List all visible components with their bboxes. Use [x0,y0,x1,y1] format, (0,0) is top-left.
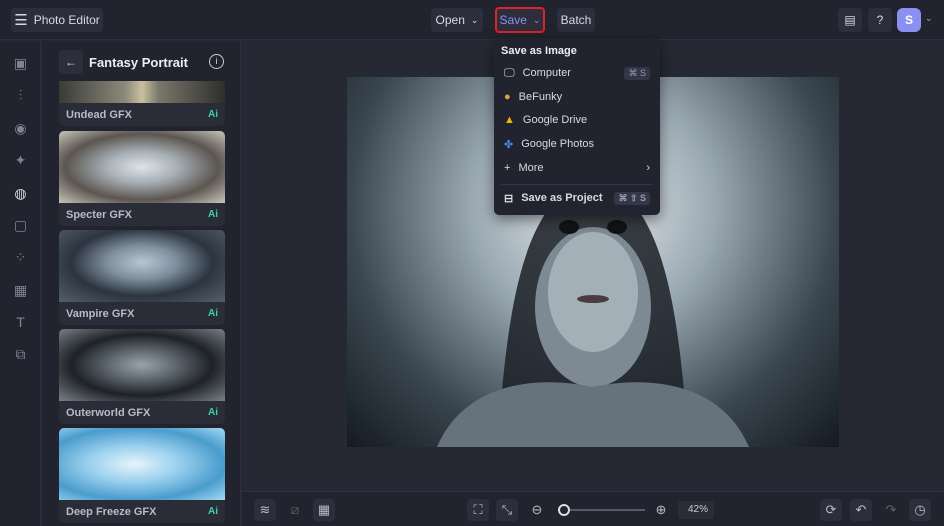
history-icon[interactable]: ◷ [909,499,931,521]
batch-label: Batch [560,13,592,27]
arrow-left-icon: ← [65,55,77,69]
effect-label: Vampire GFX [66,307,135,320]
menu-label: Save as Project [521,192,603,204]
effect-label: Outerworld GFX [66,406,151,419]
batch-button[interactable]: Batch [557,8,595,32]
save-button[interactable]: Save ⌄ [495,7,545,33]
chevron-down-icon: ⌄ [532,14,541,25]
google-photos-icon: ✤ [504,138,514,151]
effect-card[interactable]: Undead GFX Ai [59,81,225,126]
chevron-down-icon: ⌄ [470,14,479,25]
panel-title: Fantasy Portrait [89,55,188,70]
comments-button[interactable]: ▤ [838,8,862,32]
avatar[interactable]: S [897,8,921,32]
zoom-level[interactable]: 42% [678,501,714,519]
menu-label: BeFunky [518,91,563,103]
effect-label: Specter GFX [66,208,133,221]
frame-icon[interactable]: ▢ [12,217,29,234]
menu-label: Computer [522,67,571,79]
menu-label: Google Drive [522,114,588,126]
open-label: Open [435,13,465,27]
back-button[interactable]: ← [59,50,83,74]
more-options[interactable]: + More › [504,158,650,178]
help-button[interactable]: ? [868,8,892,32]
briefcase-icon: ⊟ [504,192,514,205]
sparkle-icon[interactable]: ✦ [12,152,29,169]
effect-card[interactable]: Specter GFX Ai [59,131,225,226]
chat-icon: ▤ [844,13,856,27]
effect-card[interactable]: Deep Freeze GFX Ai [59,428,225,523]
ai-badge: Ai [208,109,218,120]
plus-icon: + [504,162,511,174]
fit-screen-icon[interactable]: ⛶ [467,499,489,521]
chevron-right-icon: › [646,162,650,174]
undo-icon[interactable]: ↶ [850,499,872,521]
top-bar: ☰ Photo Editor Open ⌄ Save ⌄ Batch ▤ ? S ⌄ [0,0,944,40]
google-drive-icon: ▲ [504,114,515,126]
app-title: Photo Editor [33,13,100,27]
save-to-befunky[interactable]: ● BeFunky [504,87,650,107]
save-to-google-photos[interactable]: ✤ Google Photos [504,134,650,154]
effect-label: Deep Freeze GFX [66,505,157,518]
zoom-in-icon[interactable]: ⊕ [650,499,672,521]
layers-icon[interactable]: ≋ [254,499,276,521]
effect-card[interactable]: Vampire GFX Ai [59,230,225,325]
hamburger-icon: ☰ [14,12,28,29]
effect-thumbnail [59,131,225,203]
effect-label: Undead GFX [66,108,133,121]
main-menu-button[interactable]: ☰ Photo Editor [11,8,103,32]
overlay-icon[interactable]: ⧉ [12,346,29,363]
effect-thumbnail [59,329,225,401]
save-label: Save [499,13,527,27]
save-as-project[interactable]: ⊟ Save as Project ⌘ ⇧ S [504,188,650,208]
refresh-icon[interactable]: ⟳ [820,499,842,521]
text-icon[interactable]: T [12,314,29,331]
ai-badge: Ai [208,506,218,517]
bottom-toolbar: ≋ ⧄ ▦ ⛶ ⤡ ⊖ ⊕ 42% ⟳ ↶ ↷ ◷ [242,491,944,526]
help-icon: ? [876,13,884,27]
ai-badge: Ai [208,407,218,418]
adjust-icon[interactable]: ⫶ [12,87,29,104]
info-icon[interactable]: i [209,54,224,69]
texture-icon[interactable]: ▦ [12,282,29,299]
shortcut: ⌘ ⇧ S [614,191,650,205]
divider [501,184,653,185]
actual-size-icon[interactable]: ⤡ [496,499,518,521]
tool-sidebar: ▣ ⫶ ◉ ✦ ◍ ▢ ⁘ ▦ T ⧉ [0,41,41,526]
menu-label: More [518,162,544,174]
zoom-slider[interactable] [558,504,645,516]
monitor-icon: 🖵 [504,66,515,79]
grid-icon[interactable]: ▦ [313,499,335,521]
save-dropdown-menu: Save as Image 🖵 Computer ⌘ S ● BeFunky ▲ Goo… [494,38,660,215]
chevron-down-icon[interactable]: ⌄ [925,13,933,24]
ai-badge: Ai [208,308,218,319]
effect-thumbnail [59,230,225,302]
compare-icon[interactable]: ⧄ [284,499,306,521]
ai-badge: Ai [208,209,218,220]
save-to-google-drive[interactable]: ▲ Google Drive [504,110,650,130]
open-button[interactable]: Open ⌄ [431,8,483,32]
shortcut: ⌘ S [624,66,650,80]
image-icon[interactable]: ▣ [12,55,29,72]
befunky-icon: ● [504,91,511,103]
effect-thumbnail [59,428,225,500]
palette-icon[interactable]: ◍ [12,185,29,202]
zoom-out-icon[interactable]: ⊖ [526,499,548,521]
menu-label: Google Photos [521,138,594,150]
eye-icon[interactable]: ◉ [12,120,29,137]
menu-heading: Save as Image [501,45,577,57]
redo-icon[interactable]: ↷ [880,499,902,521]
zoom-slider-handle[interactable] [558,504,571,516]
effects-panel: ← Fantasy Portrait i Undead GFX Ai Specte… [42,41,241,526]
shapes-icon[interactable]: ⁘ [12,249,29,266]
effect-thumbnail [59,81,225,103]
effect-card[interactable]: Outerworld GFX Ai [59,329,225,424]
save-to-computer[interactable]: 🖵 Computer ⌘ S [504,63,650,83]
